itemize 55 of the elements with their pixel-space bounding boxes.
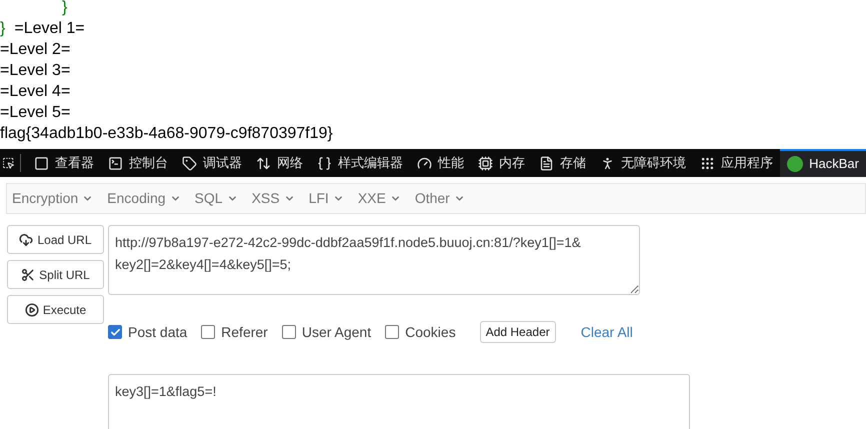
round-logo-icon [787, 156, 804, 172]
menu-dropdown[interactable]: XXE [358, 188, 401, 209]
checkbox-label: Post data [128, 322, 188, 342]
action-button[interactable]: Execute [7, 295, 104, 324]
url-field[interactable]: http://97b8a197-e272-42c2-99dc-ddbf2aa59f1f.node5.buuoj.cn:81/?key1[]=1&key2[]=2&key4[]=4&key5[]=5; [108, 225, 640, 295]
output-line: =Level 4= [0, 83, 70, 100]
action-button[interactable]: Split URL [7, 260, 104, 289]
add-header-button[interactable]: Add Header [480, 321, 556, 343]
output-line: =Level 5= [0, 104, 70, 121]
devtools-tab[interactable]: 调试器 [175, 149, 250, 177]
devtools-tab[interactable]: 无障碍环境 [593, 149, 694, 177]
devtools-tab[interactable]: 存储 [532, 149, 594, 177]
devtools-tab[interactable]: 查看器 [27, 149, 102, 177]
menu-dropdown[interactable]: Other [414, 188, 465, 209]
output-line: =Level 1= [14, 19, 85, 39]
chip-icon [478, 156, 494, 170]
devtools-tab[interactable]: 样式编辑器 [310, 149, 410, 177]
terminal-icon [108, 156, 124, 170]
menu-dropdown[interactable]: XSS [252, 188, 295, 209]
output-line: flag{34adb1b0-e33b-4a68-9079-c9f870397f19} [0, 125, 333, 142]
devtools-tab[interactable]: 应用程序 [693, 149, 780, 177]
arrows-icon [256, 156, 272, 170]
checkbox-label: Referer [221, 322, 268, 342]
gauge-icon [417, 156, 432, 170]
checkbox-label: Cookies [405, 322, 456, 342]
menu-dropdown[interactable]: LFI [308, 188, 344, 209]
square-icon [34, 156, 50, 170]
checkbox[interactable] [282, 325, 296, 339]
checkbox[interactable] [201, 325, 216, 339]
scissors-icon [21, 268, 36, 282]
grid-icon [700, 156, 716, 170]
output-line: =Level 2= [0, 41, 70, 58]
braces-icon [317, 156, 332, 170]
output-line: =Level 3= [0, 62, 70, 79]
checkbox-label: User Agent [302, 322, 372, 342]
menu-dropdown[interactable]: Encryption [12, 188, 94, 209]
play-icon [24, 302, 39, 316]
closing-brace: } [0, 19, 6, 39]
checkbox[interactable] [108, 325, 122, 339]
devtools-tab[interactable]: 性能 [410, 149, 472, 177]
post-data-field[interactable]: key3[]=1&flag5=! [108, 374, 690, 429]
action-button[interactable]: Load URL [7, 225, 104, 254]
tag-icon [182, 156, 198, 170]
cloud-download-icon [19, 232, 34, 246]
pick-element-icon[interactable] [2, 155, 14, 171]
document-icon [539, 156, 554, 170]
checkbox[interactable] [385, 325, 400, 339]
devtools-tab[interactable]: 控制台 [101, 149, 176, 177]
devtools-tab[interactable]: HackBar [780, 149, 866, 177]
devtools-tab[interactable]: 网络 [249, 149, 310, 177]
menu-dropdown[interactable]: SQL [194, 188, 238, 209]
clear-all-link[interactable]: Clear All [580, 322, 633, 342]
menu-dropdown[interactable]: Encoding [107, 188, 181, 209]
devtools-tab[interactable]: 内存 [471, 149, 532, 177]
closing-brace: } [62, 0, 68, 16]
